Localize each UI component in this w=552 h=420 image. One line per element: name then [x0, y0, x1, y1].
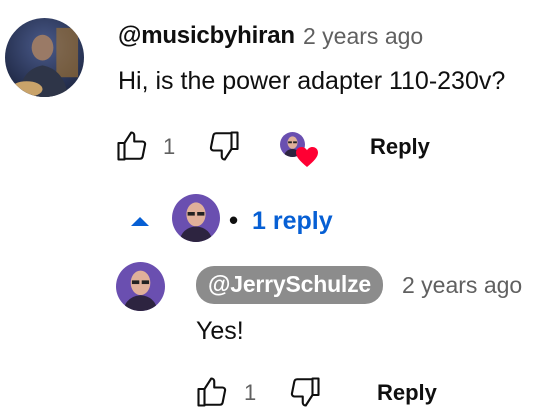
- reply-text: Yes!: [196, 317, 244, 345]
- thumbs-up-icon[interactable]: [114, 128, 150, 164]
- toggle-replies-button[interactable]: 1 reply: [252, 207, 333, 236]
- reply-author-avatar[interactable]: [116, 262, 165, 311]
- replies-separator: •: [229, 205, 239, 235]
- comment-author[interactable]: @musicbyhiran: [118, 22, 295, 50]
- comment-text: Hi, is the power adapter 110-230v?: [118, 67, 506, 95]
- comment-like-count: 1: [163, 134, 176, 159]
- commenter-avatar[interactable]: [5, 18, 84, 97]
- reply-timestamp[interactable]: 2 years ago: [402, 272, 522, 299]
- reply-thumbs-up-icon[interactable]: [194, 374, 230, 410]
- reply-thumbs-down-icon[interactable]: [287, 374, 323, 410]
- reply-like-count: 1: [244, 380, 257, 405]
- reply-reply-button[interactable]: Reply: [377, 380, 437, 406]
- caret-up-icon[interactable]: [130, 214, 150, 226]
- replier-avatar-thumb: [172, 194, 220, 242]
- comment-reply-button[interactable]: Reply: [370, 134, 430, 160]
- reply-author-channel-badge[interactable]: @JerrySchulze: [196, 266, 384, 304]
- heart-icon: [295, 146, 319, 168]
- thumbs-down-icon[interactable]: [206, 128, 242, 164]
- comment-timestamp[interactable]: 2 years ago: [303, 23, 423, 50]
